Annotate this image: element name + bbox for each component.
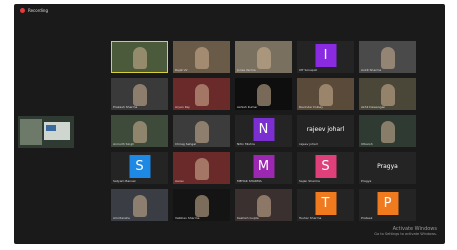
avatar: T (315, 192, 336, 215)
participant-video (194, 158, 209, 180)
participant-name-label: Amritanshu (113, 216, 131, 220)
participant-name-label: Ravinder Dubey (299, 105, 324, 109)
avatar: I (315, 44, 336, 67)
participant-name-label: Ashish Kumar (237, 105, 258, 109)
participant-name-label: Pragya (361, 179, 372, 183)
participant-name-label: Chirag Sehgal (175, 142, 196, 146)
participant-tile[interactable]: Prakash Sharma (111, 78, 168, 110)
participant-video (132, 195, 147, 217)
participant-name-label: Prakash Sharma (113, 105, 138, 109)
participant-video (380, 47, 395, 69)
participant-video (256, 47, 271, 69)
participant-video (256, 195, 271, 217)
participant-video (132, 47, 147, 69)
participant-tile[interactable]: Aarav (173, 152, 230, 184)
participant-tile[interactable]: Ravinder Dubey (297, 78, 354, 110)
avatar: S (315, 155, 336, 178)
participant-name-label: Jonas Verma (237, 68, 256, 72)
participant-tile[interactable]: Chirag Sehgal (173, 115, 230, 147)
participant-name-label: Aarav (175, 179, 184, 183)
participant-video (194, 195, 209, 217)
participant-name-label: Rajat Vir (175, 68, 188, 72)
recording-label: Recording (28, 7, 49, 13)
participant-tile[interactable]: rajeev joharl rajeev joharl (297, 115, 354, 147)
activate-windows-watermark: Activate Windows Go to Settings to activ… (374, 226, 437, 236)
participant-tile[interactable]: Amritanshu (111, 189, 168, 221)
participant-name-display: Pragya (377, 163, 398, 170)
participant-tile[interactable] (111, 41, 168, 73)
participant-video (318, 84, 333, 106)
participant-video (380, 84, 395, 106)
record-dot-icon (20, 7, 25, 13)
participant-tile[interactable]: Utkarsh (359, 115, 416, 147)
participant-name-label: Utkarsh (361, 142, 373, 146)
participant-video (194, 121, 209, 143)
participant-tile[interactable]: S Satyam Bansal (111, 152, 168, 184)
avatar: M (253, 155, 274, 178)
participant-tile[interactable]: T Tushar Sharma (297, 189, 354, 221)
participant-name-label: Satyam Bansal (113, 179, 136, 183)
avatar: S (129, 155, 150, 178)
participant-name-label: Prateek (361, 216, 373, 220)
participant-tile[interactable]: Aryan Raj (173, 78, 230, 110)
participant-tile[interactable]: Akhil Dewangan (359, 78, 416, 110)
thumbnail-image-detail (46, 125, 56, 131)
avatar: N (253, 118, 274, 141)
participant-tile[interactable]: Jonas Verma (235, 41, 292, 73)
participant-tile[interactable]: N Nitin Mishra (235, 115, 292, 147)
avatar: P (377, 192, 398, 215)
recording-indicator[interactable]: Recording (14, 4, 445, 16)
participant-name-display: rajeev joharl (306, 126, 345, 133)
participant-tile[interactable]: Ashish Kumar (235, 78, 292, 110)
participant-name-label: Anirudh Singh (113, 142, 135, 146)
participant-tile[interactable]: M MEHAK SHARMA (235, 152, 292, 184)
participant-video (256, 84, 271, 106)
participant-name-label: Tushar Sharma (299, 216, 322, 220)
participant-video (132, 121, 147, 143)
thumbnail-image-left (20, 119, 42, 145)
participant-name-label: MEHAK SHARMA (237, 179, 262, 183)
participant-name-label: Ankit Sharma (361, 68, 382, 72)
participant-name-label: Aryan Raj (175, 105, 190, 109)
participant-tile[interactable]: Vaibhav Sharma (173, 189, 230, 221)
participant-tile[interactable]: Kashish Gupta (235, 189, 292, 221)
participant-name-label: IIIT Sonepat (299, 68, 317, 72)
participant-tile[interactable]: Rajat Vir (173, 41, 230, 73)
participant-tile[interactable]: I IIIT Sonepat (297, 41, 354, 73)
participant-tile[interactable]: Pragya Pragya (359, 152, 416, 184)
participant-name-label: Sajan Sharma (299, 179, 320, 183)
watermark-subtitle: Go to Settings to activate Windows. (374, 232, 437, 236)
participant-tile[interactable]: P Prateek (359, 189, 416, 221)
participant-video (194, 47, 209, 69)
participant-name-label: Vaibhav Sharma (175, 216, 200, 220)
participant-name-label: Nitin Mishra (237, 142, 255, 146)
screen-share-thumbnail[interactable] (18, 116, 74, 148)
participant-video (132, 84, 147, 106)
participant-tile[interactable]: Ankit Sharma (359, 41, 416, 73)
participant-video (194, 84, 209, 106)
participant-tile[interactable]: S Sajan Sharma (297, 152, 354, 184)
participant-name-label: rajeev joharl (299, 142, 318, 146)
participant-video (380, 121, 395, 143)
participant-name-label: Kashish Gupta (237, 216, 259, 220)
participant-tile[interactable]: Anirudh Singh (111, 115, 168, 147)
zoom-window: Recording Rajat Vir Jonas Verma I IIIT Sone… (14, 4, 445, 244)
participant-name-label: Akhil Dewangan (361, 105, 386, 109)
